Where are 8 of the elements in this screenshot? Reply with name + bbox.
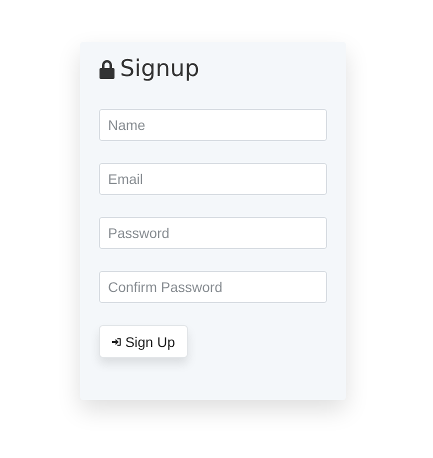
input-field[interactable]: Name (99, 109, 327, 141)
lock-icon (99, 59, 115, 79)
sign-in-icon (112, 336, 122, 348)
form-title: Signup (120, 56, 200, 82)
input-field[interactable]: Confirm Password (99, 271, 327, 303)
input-field[interactable]: Password (99, 217, 327, 249)
input-field[interactable]: Email (99, 163, 327, 195)
sign-up-button[interactable]: Sign Up (99, 325, 188, 358)
